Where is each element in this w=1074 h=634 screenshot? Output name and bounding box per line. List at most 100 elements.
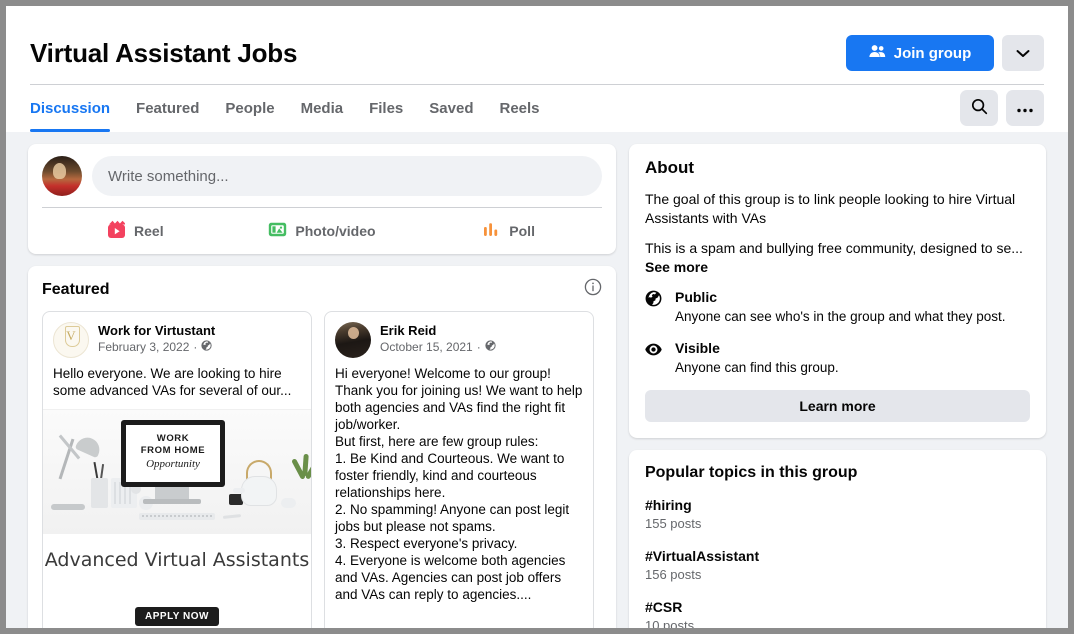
popular-topics-title: Popular topics in this group xyxy=(644,464,858,481)
tab-label: Saved xyxy=(429,100,474,117)
featured-post-card[interactable]: Erik Reid October 15, 2021 · Hi everyone… xyxy=(324,311,594,628)
privacy-row-visible: Visible Anyone can find this group. xyxy=(645,339,1030,377)
plant-icon xyxy=(291,453,311,488)
tab-discussion[interactable]: Discussion xyxy=(30,85,123,132)
tab-media[interactable]: Media xyxy=(288,85,357,132)
post-date: October 15, 2021 xyxy=(380,340,473,354)
post-meta: February 3, 2022 · xyxy=(98,339,215,355)
see-more-link[interactable]: See more xyxy=(645,259,708,275)
popular-topics-card: Popular topics in this group #hiring 155… xyxy=(628,450,1046,628)
group-tabs: Discussion Featured People Media Files S… xyxy=(30,85,553,132)
tab-saved[interactable]: Saved xyxy=(416,85,486,132)
composer-photo-video-button[interactable]: Photo/video xyxy=(229,208,416,254)
privacy-name: Public xyxy=(674,289,717,305)
composer-actions: Reel Photo/video Poll xyxy=(42,208,602,254)
post-header: Erik Reid October 15, 2021 · xyxy=(325,312,593,358)
avatar xyxy=(42,156,82,196)
header-actions: Join group xyxy=(846,35,1044,71)
post-author-block: Erik Reid October 15, 2021 · xyxy=(380,322,496,358)
search-button[interactable] xyxy=(960,90,998,126)
monitor-line-2: FROM HOME xyxy=(140,445,206,456)
topic-tag: #CSR xyxy=(644,599,683,615)
tab-people[interactable]: People xyxy=(212,85,287,132)
about-title: About xyxy=(644,158,695,177)
privacy-description: Anyone can find this group. xyxy=(674,360,839,375)
topic-tag: #hiring xyxy=(644,497,692,513)
post-author-block: Work for Virtustant February 3, 2022 · xyxy=(98,322,215,358)
about-card: About The goal of this group is to link … xyxy=(628,144,1046,438)
post-image[interactable]: WORK FROM HOME Opportunity Advanced Virt… xyxy=(43,409,311,628)
write-something-input[interactable] xyxy=(92,156,602,196)
privacy-name: Visible xyxy=(674,340,720,356)
post-date: February 3, 2022 xyxy=(98,340,190,354)
learn-more-button[interactable]: Learn more xyxy=(644,390,1030,422)
tab-label: Featured xyxy=(136,100,200,117)
more-options-button[interactable] xyxy=(1006,90,1044,126)
tab-label: Discussion xyxy=(30,100,111,117)
chevron-down-icon xyxy=(1016,46,1030,61)
topic-item[interactable]: #hiring 155 posts xyxy=(645,496,1030,533)
globe-icon xyxy=(645,288,665,326)
more-horizontal-icon xyxy=(1016,101,1034,116)
group-people-icon xyxy=(869,44,886,62)
about-paragraph-1: The goal of this group is to link people… xyxy=(644,191,1016,226)
post-text: Hello everyone. We are looking to hire s… xyxy=(53,366,292,398)
right-column: About The goal of this group is to link … xyxy=(628,144,1046,628)
pen-cup-icon xyxy=(91,478,108,508)
tab-files[interactable]: Files xyxy=(356,85,416,132)
topic-item[interactable]: #VirtualAssistant 156 posts xyxy=(645,547,1030,584)
kettle-icon xyxy=(241,476,277,506)
featured-title: Featured xyxy=(42,280,110,298)
join-group-label: Join group xyxy=(893,44,972,62)
privacy-row-public: Public Anyone can see who's in the group… xyxy=(645,288,1030,326)
search-icon xyxy=(971,98,988,118)
tab-label: Files xyxy=(369,100,404,117)
post-image-title: Advanced Virtual Assistants xyxy=(44,549,310,571)
featured-card: Featured V Work for Virtustant February … xyxy=(28,266,616,628)
privacy-text-block: Public Anyone can see who's in the group… xyxy=(675,288,1006,326)
composer-action-label: Reel xyxy=(134,223,164,239)
topic-count: 155 posts xyxy=(644,516,702,531)
avatar xyxy=(53,322,89,358)
globe-icon xyxy=(485,339,496,355)
post-header: Work for Virtustant February 3, 2022 · xyxy=(43,312,311,358)
join-group-button[interactable]: Join group xyxy=(846,35,994,71)
mouse-icon xyxy=(281,498,296,508)
tab-label: Reels xyxy=(499,100,540,117)
kettle-spout-icon xyxy=(233,488,245,493)
composer-poll-button[interactable]: Poll xyxy=(415,208,602,254)
topic-count: 10 posts xyxy=(644,618,695,628)
monitor-stand-icon xyxy=(155,487,189,499)
page-title: Virtual Assistant Jobs xyxy=(30,37,298,68)
group-options-dropdown-button[interactable] xyxy=(1002,35,1044,71)
post-composer-card: Reel Photo/video xyxy=(28,144,616,254)
post-author-name: Erik Reid xyxy=(380,323,437,338)
composer-reel-button[interactable]: Reel xyxy=(42,208,229,254)
monitor-line-1: WORK xyxy=(156,433,190,444)
group-header-top: Virtual Assistant Jobs Join group xyxy=(6,6,1068,84)
poll-icon xyxy=(482,220,501,242)
page-body: Reel Photo/video xyxy=(6,132,1068,628)
left-column: Reel Photo/video xyxy=(28,144,616,628)
group-header: Virtual Assistant Jobs Join group Discus… xyxy=(6,6,1068,132)
post-meta: October 15, 2021 · xyxy=(380,339,496,355)
composer-action-label: Photo/video xyxy=(295,223,376,239)
reel-icon xyxy=(107,220,126,242)
topic-item[interactable]: #CSR 10 posts xyxy=(645,598,1030,628)
topic-tag: #VirtualAssistant xyxy=(644,548,760,564)
post-text: Hi everyone! Welcome to our group! Thank… xyxy=(335,366,583,602)
avatar xyxy=(335,322,371,358)
tab-featured[interactable]: Featured xyxy=(123,85,212,132)
lamp-base-icon xyxy=(51,504,85,510)
keyboard-icon xyxy=(139,513,215,520)
monitor-base-icon xyxy=(143,499,201,504)
info-circle-icon[interactable] xyxy=(584,278,602,301)
tabs-row: Discussion Featured People Media Files S… xyxy=(6,85,1068,132)
featured-post-card[interactable]: Work for Virtustant February 3, 2022 · xyxy=(42,311,312,628)
apply-now-badge: APPLY NOW xyxy=(135,607,219,626)
about-paragraph-2-text: This is a spam and bullying free communi… xyxy=(644,240,1023,256)
tab-reels[interactable]: Reels xyxy=(486,85,552,132)
composer-top-row xyxy=(42,156,602,196)
privacy-text-block: Visible Anyone can find this group. xyxy=(675,339,839,377)
photo-video-icon xyxy=(268,220,287,242)
